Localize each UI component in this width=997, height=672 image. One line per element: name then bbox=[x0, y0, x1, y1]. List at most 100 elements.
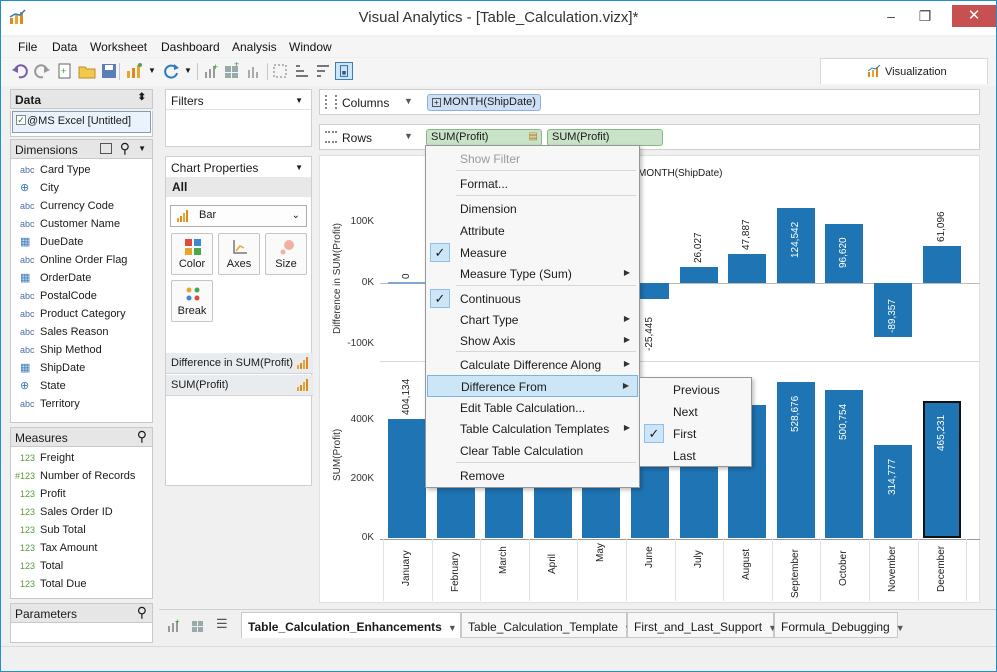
fit-view-icon[interactable] bbox=[335, 62, 353, 80]
dimension-item[interactable]: ⊕ State bbox=[11, 377, 152, 395]
measure-item[interactable]: 123 Sales Order ID bbox=[11, 503, 152, 521]
context-menu-item[interactable]: Chart Type ▶ bbox=[427, 309, 638, 331]
dimension-item[interactable]: abc Ship Method bbox=[11, 341, 152, 359]
search-icon[interactable]: ⚲ bbox=[137, 428, 147, 445]
bar-chart-icon[interactable] bbox=[245, 62, 263, 80]
add-dashboard-icon[interactable] bbox=[191, 618, 205, 632]
sheet-tab-enhancements[interactable]: Table_Calculation_Enhancements ▼ bbox=[241, 612, 461, 638]
color-button[interactable]: Color bbox=[171, 233, 213, 275]
submenu-item[interactable]: Previous bbox=[641, 379, 750, 401]
filters-shelf[interactable]: Filters ▼ bbox=[165, 89, 312, 147]
panel-collapse-icon[interactable]: ⬍ bbox=[138, 92, 146, 103]
add-dashboard-icon[interactable]: + bbox=[223, 62, 241, 80]
menu-file[interactable]: File bbox=[18, 40, 37, 54]
dimension-item[interactable]: ⊕ City bbox=[11, 179, 152, 197]
dimension-item[interactable]: ▦ OrderDate bbox=[11, 269, 152, 287]
lasso-select-icon[interactable] bbox=[271, 62, 289, 80]
measure-item[interactable]: 123 Sub Total bbox=[11, 521, 152, 539]
menu-data[interactable]: Data bbox=[52, 40, 77, 54]
context-menu-item[interactable]: Calculate Difference Along ▶ bbox=[427, 354, 638, 376]
bar[interactable] bbox=[388, 282, 426, 285]
new-worksheet-icon[interactable] bbox=[125, 62, 143, 80]
datasource-item[interactable]: ✓ @MS Excel [Untitled] bbox=[12, 111, 151, 133]
measure-item[interactable]: 123 Tax Amount bbox=[11, 539, 152, 557]
context-menu-item[interactable]: Dimension bbox=[427, 198, 638, 220]
maximize-button[interactable]: ❐ bbox=[912, 5, 938, 27]
visualization-tab[interactable]: Visualization bbox=[820, 58, 988, 84]
close-button[interactable]: ✕ bbox=[952, 5, 996, 27]
refresh-icon[interactable] bbox=[162, 62, 180, 80]
menu-analysis[interactable]: Analysis bbox=[232, 40, 277, 54]
context-menu-item[interactable]: Remove bbox=[427, 465, 638, 487]
add-chart-icon[interactable]: + bbox=[167, 618, 181, 632]
axes-button[interactable]: Axes bbox=[218, 233, 260, 275]
context-menu-item[interactable]: Difference From ▶ bbox=[427, 375, 638, 397]
dimension-item[interactable]: ▦ ShipDate bbox=[11, 359, 152, 377]
context-menu-item[interactable]: Show Filter bbox=[427, 148, 638, 170]
grid-view-icon[interactable] bbox=[100, 143, 112, 154]
dimension-item[interactable]: ▦ DueDate bbox=[11, 233, 152, 251]
sheet-list-icon[interactable]: ☰ bbox=[216, 616, 228, 632]
context-menu-item[interactable]: Attribute bbox=[427, 220, 638, 242]
undo-icon[interactable] bbox=[11, 62, 29, 80]
measure-item[interactable]: 123 Total Due bbox=[11, 575, 152, 593]
size-button[interactable]: Size bbox=[265, 233, 307, 275]
dimension-item[interactable]: abc Product Category bbox=[11, 305, 152, 323]
columns-pill[interactable]: + MONTH(ShipDate) bbox=[427, 94, 541, 111]
columns-shelf[interactable]: Columns ▼ + MONTH(ShipDate) bbox=[319, 89, 980, 115]
dimension-item[interactable]: abc Online Order Flag bbox=[11, 251, 152, 269]
measure-item[interactable]: 123 Total bbox=[11, 557, 152, 575]
sheet-tab-template[interactable]: Table_Calculation_Template▼ bbox=[461, 612, 633, 638]
dimension-item[interactable]: abc Customer Name bbox=[11, 215, 152, 233]
bar[interactable] bbox=[388, 418, 426, 538]
dimension-item[interactable]: abc Card Type bbox=[11, 161, 152, 179]
break-button[interactable]: Break bbox=[171, 280, 213, 322]
redo-icon[interactable] bbox=[33, 62, 51, 80]
minimize-button[interactable]: – bbox=[878, 5, 904, 27]
context-menu-item[interactable]: Format... bbox=[427, 173, 638, 195]
dimension-item[interactable]: abc Currency Code bbox=[11, 197, 152, 215]
search-icon[interactable]: ⚲ bbox=[137, 604, 147, 621]
submenu-item[interactable]: ✓ First bbox=[641, 423, 750, 445]
submenu-item[interactable]: Next bbox=[641, 401, 750, 423]
context-menu-item[interactable]: ✓ Continuous bbox=[427, 288, 638, 310]
sort-descending-icon[interactable] bbox=[314, 62, 332, 80]
measure-item[interactable]: 123 Profit bbox=[11, 485, 152, 503]
dimension-item[interactable]: abc Sales Reason bbox=[11, 323, 152, 341]
dimension-item[interactable]: abc Territory bbox=[11, 395, 152, 413]
sheet-tab-debugging[interactable]: Formula_Debugging ▼ bbox=[774, 612, 905, 638]
chevron-down-icon[interactable]: ▼ bbox=[448, 623, 457, 633]
submenu-item[interactable]: Last bbox=[641, 445, 750, 467]
menu-window[interactable]: Window bbox=[289, 40, 332, 54]
chevron-down-icon[interactable]: ▼ bbox=[148, 66, 156, 75]
sheet-tab-first-last[interactable]: First_and_Last_Support ▼ bbox=[627, 612, 777, 638]
save-icon[interactable] bbox=[100, 62, 118, 80]
context-menu-item[interactable]: ✓ Measure bbox=[427, 242, 638, 264]
context-menu-item[interactable]: Show Axis ▶ bbox=[427, 330, 638, 352]
bar[interactable] bbox=[728, 254, 767, 284]
context-menu-item[interactable]: Clear Table Calculation bbox=[427, 440, 638, 462]
chevron-down-icon[interactable]: ▼ bbox=[295, 96, 303, 105]
dimension-item[interactable]: abc PostalCode bbox=[11, 287, 152, 305]
mark-card-sum-profit[interactable]: SUM(Profit) bbox=[166, 375, 313, 396]
bar[interactable] bbox=[679, 267, 718, 284]
menu-worksheet[interactable]: Worksheet bbox=[90, 40, 147, 54]
rows-pill-table-calc[interactable]: SUM(Profit) ▤ bbox=[426, 129, 542, 146]
rows-pill[interactable]: SUM(Profit) bbox=[547, 129, 663, 146]
chevron-down-icon[interactable]: ▼ bbox=[184, 66, 192, 75]
context-menu-item[interactable]: Edit Table Calculation... bbox=[427, 397, 638, 419]
chevron-down-icon[interactable]: ▼ bbox=[138, 144, 146, 153]
open-folder-icon[interactable] bbox=[78, 62, 96, 80]
rows-shelf[interactable]: Rows ▼ SUM(Profit) ▤ SUM(Profit) bbox=[319, 124, 980, 150]
mark-card-difference[interactable]: Difference in SUM(Profit) bbox=[166, 353, 313, 374]
chevron-down-icon[interactable]: ▼ bbox=[896, 623, 905, 633]
menu-dashboard[interactable]: Dashboard bbox=[161, 40, 220, 54]
chevron-down-icon[interactable]: ▼ bbox=[404, 131, 413, 141]
add-chart-icon[interactable]: + bbox=[202, 62, 220, 80]
chevron-down-icon[interactable]: ▼ bbox=[295, 163, 303, 172]
expand-icon[interactable]: + bbox=[432, 98, 441, 107]
search-icon[interactable]: ⚲ bbox=[120, 140, 130, 157]
mark-type-select[interactable]: Bar ⌄ bbox=[170, 205, 307, 227]
context-menu-item[interactable]: Measure Type (Sum) ▶ bbox=[427, 263, 638, 285]
sort-ascending-icon[interactable] bbox=[293, 62, 311, 80]
